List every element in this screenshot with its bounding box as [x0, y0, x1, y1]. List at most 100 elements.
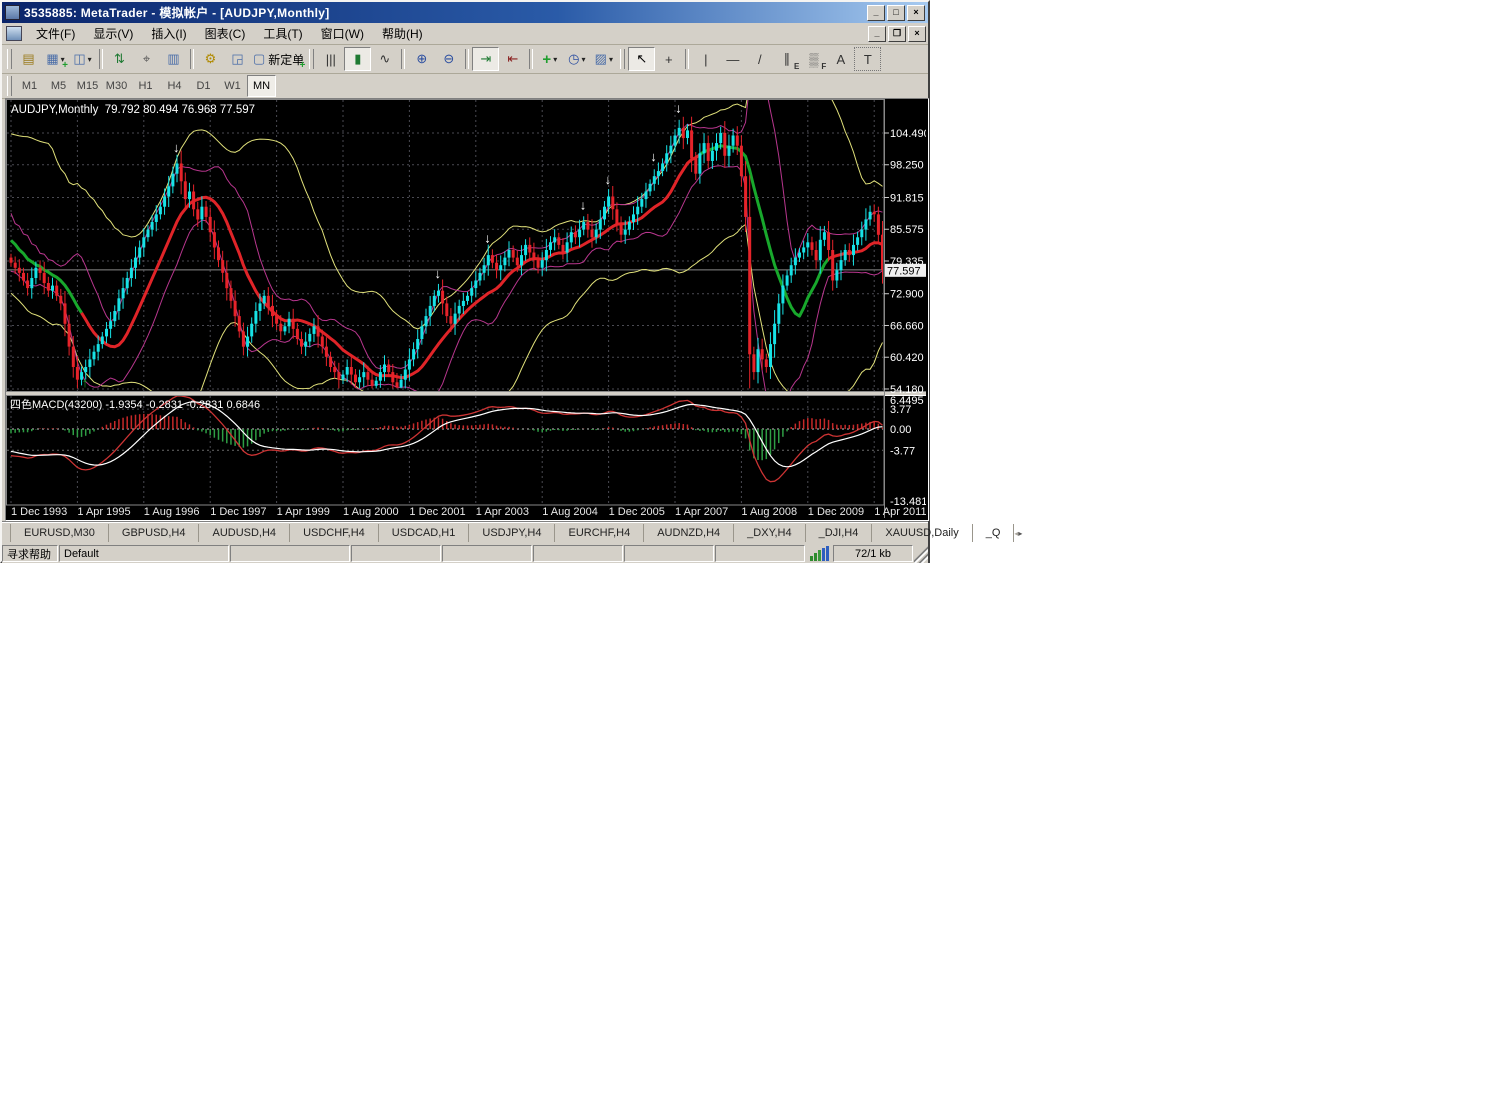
menu-item-0[interactable]: 文件(F): [27, 23, 84, 44]
timeframe-mn[interactable]: MN: [247, 75, 276, 97]
trendline-button[interactable]: /: [746, 47, 773, 71]
symbol-tab-usdcad[interactable]: USDCAD,H1: [379, 524, 470, 542]
symbol-tabs-bar: EURUSD,M30 GBPUSD,H4 AUDUSD,H4 USDCHF,H4 USD…: [2, 521, 1022, 544]
zoom-out-button[interactable]: ⊖: [435, 47, 462, 71]
zoom-in-button[interactable]: ⊕: [408, 47, 435, 71]
timeframe-m5[interactable]: M5: [44, 75, 73, 97]
templates-button[interactable]: ▨ ▾: [590, 47, 617, 71]
timeframe-d1[interactable]: D1: [189, 75, 218, 97]
sell-arrow-icon: ↓: [434, 266, 441, 281]
maximize-button[interactable]: □: [887, 4, 905, 21]
terminal-button[interactable]: ⚙: [197, 47, 224, 71]
vertical-line-icon: |: [704, 51, 708, 67]
periods-button[interactable]: ◷ ▾: [563, 47, 590, 71]
text-button[interactable]: A: [827, 47, 854, 71]
symbol-tab-usdchf[interactable]: USDCHF,H4: [290, 524, 379, 542]
close-button[interactable]: ×: [907, 4, 925, 21]
equidistant-channel-button[interactable]: ∥ E: [773, 47, 800, 71]
new-chart-button[interactable]: ▦ + ▾: [42, 47, 69, 71]
candlestick-button[interactable]: ▮: [344, 47, 372, 71]
timeframe-w1[interactable]: W1: [218, 75, 247, 97]
menu-bar: 文件(F) 显示(V) 插入(I) 图表(C) 工具(T) 窗口(W) 帮助(H) _ ❐ …: [2, 23, 928, 45]
date-tick-label: 1 Aug 2008: [741, 506, 797, 518]
auto-scroll-icon: ⇥: [480, 51, 492, 66]
equidistant-channel-icon: ∥: [783, 51, 791, 66]
date-tick-label: 1 Apr 2003: [476, 506, 529, 518]
vertical-line-button[interactable]: |: [692, 47, 719, 71]
auto-scroll-button[interactable]: ⇥: [472, 47, 500, 71]
timeframe-m15[interactable]: M15: [73, 75, 102, 97]
symbol-tab-gbpusd[interactable]: GBPUSD,H4: [109, 524, 200, 542]
horizontal-line-button[interactable]: —: [719, 47, 746, 71]
symbol-tab-_q[interactable]: _Q: [973, 524, 1015, 542]
price-chart-svg[interactable]: ↓↓↓↓↓↓↓↑104.49098.25091.81585.57579.3357…: [6, 99, 933, 518]
navigator-button[interactable]: ▥: [160, 47, 187, 71]
bar-chart-button[interactable]: |||: [317, 47, 344, 71]
indicators-button[interactable]: + ▾: [536, 47, 563, 71]
date-tick-label: 1 Aug 2000: [343, 506, 399, 518]
symbol-tab-audnzd[interactable]: AUDNZD,H4: [644, 524, 735, 542]
charts-profile-button[interactable]: ▤: [15, 47, 42, 71]
chart-profiles-icon: ◫: [73, 51, 86, 66]
sell-arrow-icon: ↓: [675, 101, 682, 116]
symbol-tab-_dxy[interactable]: _DXY,H4: [734, 524, 806, 542]
timeframe-m1[interactable]: M1: [15, 75, 44, 97]
empty-status-cell: [715, 545, 805, 562]
strategy-tester-icon: ◲: [231, 51, 244, 66]
symbol-tab-xauusd[interactable]: XAUUSD,Daily: [872, 524, 973, 542]
strategy-tester-button[interactable]: ◲: [224, 47, 251, 71]
date-tick-label: 1 Dec 1997: [210, 506, 266, 518]
data-window-icon: ⌖: [142, 51, 151, 66]
chart-profiles-button[interactable]: ◫ ▾: [69, 47, 96, 71]
buy-arrow-icon: ↑: [82, 375, 89, 390]
date-tick-label: 1 Apr 1999: [277, 506, 330, 518]
mdi-minimize-button[interactable]: _: [868, 25, 886, 42]
timeframe-h1[interactable]: H1: [131, 75, 160, 97]
new-chart-icon: ▦: [46, 51, 59, 66]
menu-item-3[interactable]: 图表(C): [196, 23, 255, 44]
profile-status: Default: [59, 545, 229, 562]
metatrader-window: 3535885: MetaTrader - 模拟帐户 - [AUDJPY,Mon…: [0, 0, 1022, 563]
menu-item-5[interactable]: 窗口(W): [312, 23, 373, 44]
menu-item-2[interactable]: 插入(I): [142, 23, 195, 44]
title-bar[interactable]: 3535885: MetaTrader - 模拟帐户 - [AUDJPY,Mon…: [2, 2, 928, 23]
chart-window-icon: [6, 26, 22, 41]
symbol-tab-audusd[interactable]: AUDUSD,H4: [199, 524, 291, 542]
timeframe-h4[interactable]: H4: [160, 75, 189, 97]
new-order-icon: ▢: [253, 51, 266, 66]
new-order-button[interactable]: ▢ + 新定单: [251, 47, 306, 71]
cursor-button[interactable]: ↖: [628, 47, 656, 71]
traffic-status: 72/1 kb: [833, 545, 913, 562]
symbol-tab-eurchf[interactable]: EURCHF,H4: [555, 524, 645, 542]
menu-item-1[interactable]: 显示(V): [84, 23, 142, 44]
candlestick-icon: ▮: [354, 51, 362, 66]
sell-arrow-icon: ↓: [484, 230, 491, 245]
macd-indicator-label: 四色MACD(43200) -1.9354 -0.2831 -0.2831 0.…: [10, 397, 260, 411]
market-watch-button[interactable]: ⇅: [106, 47, 133, 71]
charts-profile-icon: ▤: [22, 51, 35, 66]
line-chart-button[interactable]: ∿: [371, 47, 398, 71]
mdi-close-button[interactable]: ×: [908, 25, 926, 42]
text-label-button[interactable]: T: [854, 47, 882, 71]
timeframe-m30[interactable]: M30: [102, 75, 131, 97]
empty-status-cell: [624, 545, 714, 562]
symbol-tab-eurusd[interactable]: EURUSD,M30: [10, 524, 109, 542]
price-tick-label: 98.250: [890, 160, 924, 172]
menu-item-6[interactable]: 帮助(H): [373, 23, 432, 44]
macd-tick-label: 0.00: [890, 424, 911, 436]
status-bar: 寻求帮助 Default 72/1 kb: [2, 544, 928, 563]
tabs-scroll-right-icon[interactable]: ▸: [1018, 525, 1022, 541]
symbol-tab-usdjpy[interactable]: USDJPY,H4: [469, 524, 556, 542]
symbol-tab-_dji[interactable]: _DJI,H4: [806, 524, 873, 542]
data-window-button[interactable]: ⌖: [133, 47, 160, 71]
fibonacci-button[interactable]: ▒ F: [800, 47, 827, 72]
chart-shift-button[interactable]: ⇤: [499, 47, 526, 71]
chart-shift-icon: ⇤: [507, 51, 519, 66]
mdi-restore-button[interactable]: ❐: [888, 25, 906, 42]
minimize-button[interactable]: _: [867, 4, 885, 21]
menu-item-4[interactable]: 工具(T): [254, 23, 311, 44]
periods-icon: ◷: [568, 51, 580, 66]
resize-grip[interactable]: [914, 544, 928, 563]
crosshair-button[interactable]: +: [655, 47, 682, 71]
chart-area[interactable]: ↓ ↓ ↓ ↓ ↓ ↓ ↓ ↑ 104.490 98.250 91.815 85.575 79.335 7…: [5, 98, 933, 521]
